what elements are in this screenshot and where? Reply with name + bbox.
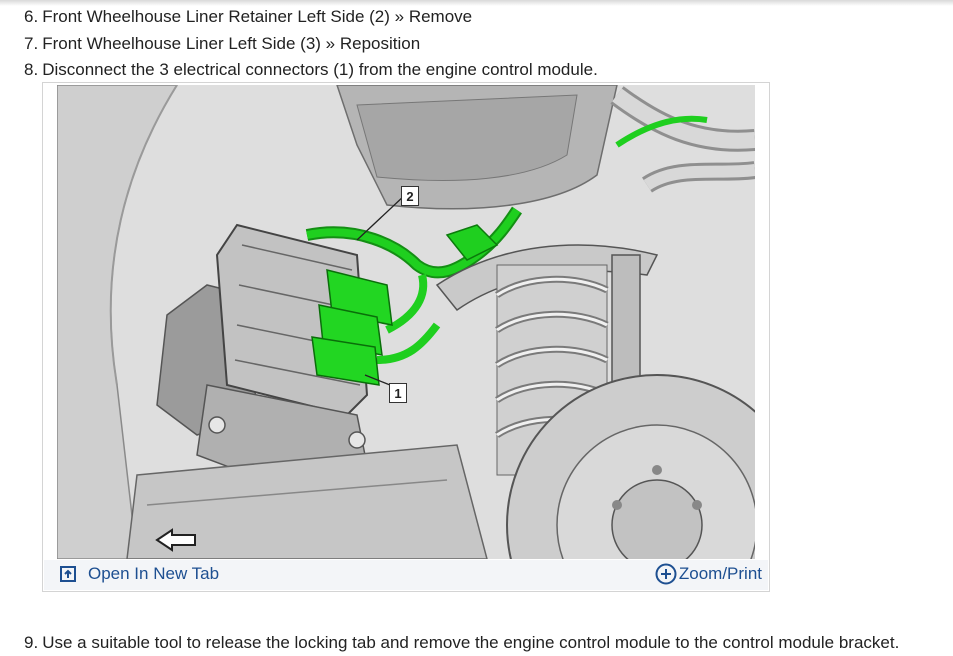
step-8: 8. Disconnect the 3 electrical connectors… <box>24 59 598 81</box>
step-7: 7. Front Wheelhouse Liner Left Side (3) »… <box>24 33 420 55</box>
open-in-new-tab-icon <box>60 566 76 582</box>
step-number: 8. <box>24 60 39 79</box>
step-text: Front Wheelhouse Liner Left Side (3) » R… <box>42 34 421 53</box>
plus-circle-icon <box>655 563 677 585</box>
step-text: Use a suitable tool to release the locki… <box>42 633 900 652</box>
step-9: 9. Use a suitable tool to release the loc… <box>24 632 899 654</box>
callout-1: 1 <box>389 383 407 403</box>
zoom-print-label: Zoom/Print <box>678 564 762 583</box>
engine-bay-illustration[interactable]: 2 1 <box>57 85 755 559</box>
open-in-new-tab-label: Open In New Tab <box>88 564 220 583</box>
procedure-figure: 2 1 Open In New Tab Zoom/Print <box>42 82 770 592</box>
step-number: 9. <box>24 633 39 652</box>
step-number: 6. <box>24 7 39 26</box>
step-6: 6. Front Wheelhouse Liner Retainer Left S… <box>24 6 472 28</box>
step-number: 7. <box>24 34 39 53</box>
callout-2: 2 <box>401 186 419 206</box>
open-in-new-tab-link[interactable]: Open In New Tab <box>60 564 219 584</box>
figure-toolbar: Open In New Tab Zoom/Print <box>44 560 768 590</box>
step-text: Disconnect the 3 electrical connectors (… <box>42 60 598 79</box>
illustration-drawing <box>57 85 755 559</box>
zoom-print-link[interactable]: Zoom/Print <box>655 563 762 585</box>
step-text: Front Wheelhouse Liner Retainer Left Sid… <box>42 7 473 26</box>
